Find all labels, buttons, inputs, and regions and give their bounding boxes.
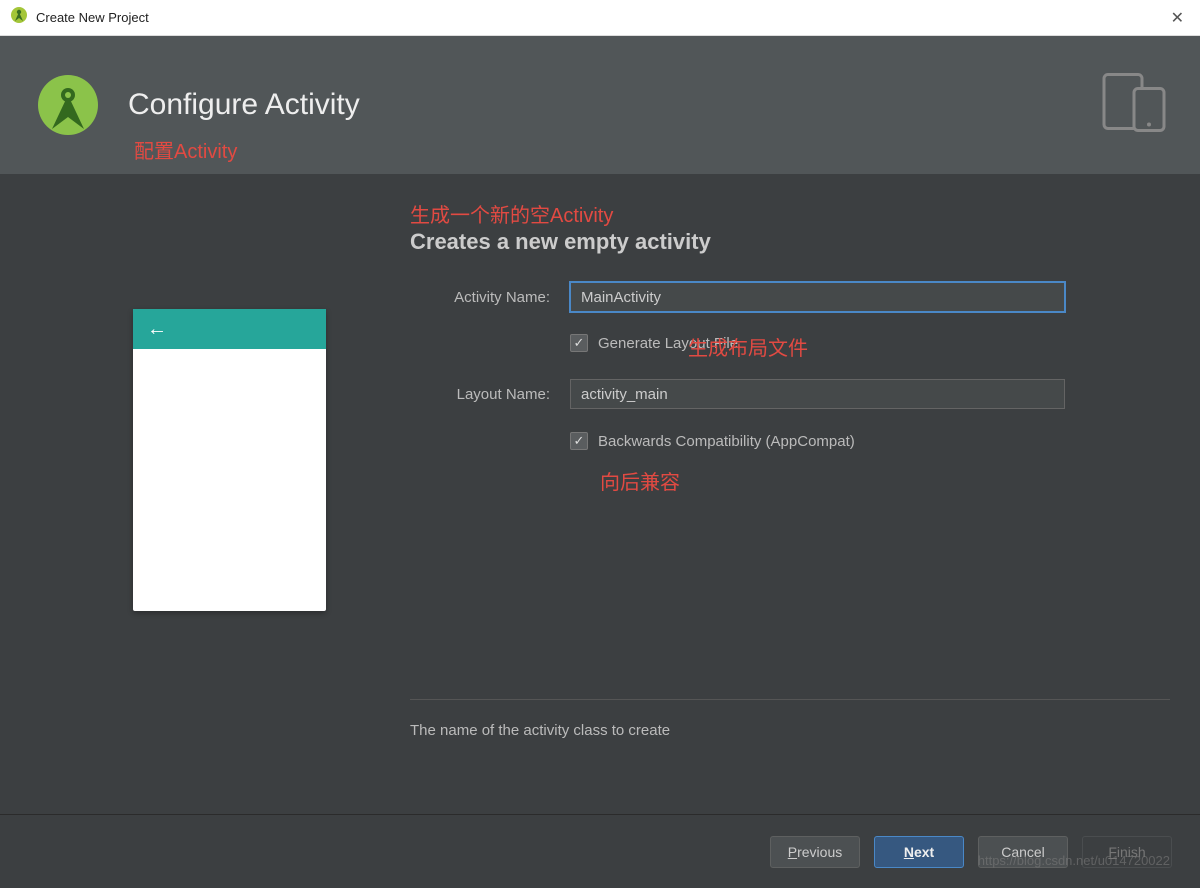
wizard-content: 生成一个新的空Activity Creates a new empty acti… <box>0 174 1200 814</box>
backwards-compat-label: Backwards Compatibility (AppCompat) <box>598 433 855 450</box>
preview-appbar: ← <box>133 309 326 349</box>
wizard-header: Configure Activity 配置Activity <box>0 36 1200 174</box>
android-studio-icon <box>10 6 28 29</box>
window-titlebar: Create New Project ✕ <box>0 0 1200 36</box>
layout-name-input[interactable] <box>570 379 1065 409</box>
watermark: https://blog.csdn.net/u014720022 <box>978 853 1170 868</box>
activity-name-row: Activity Name: <box>410 282 1065 312</box>
window-title: Create New Project <box>36 10 149 25</box>
back-arrow-icon: ← <box>147 318 167 341</box>
activity-name-label: Activity Name: <box>410 289 570 306</box>
previous-label-rest: revious <box>797 844 842 860</box>
annotation-backwards-compat: 向后兼容 <box>600 466 680 495</box>
backwards-compat-row: ✓ Backwards Compatibility (AppCompat) <box>570 432 855 450</box>
android-studio-logo-icon <box>36 73 100 137</box>
page-subtitle-annotation: 配置Activity <box>134 135 237 164</box>
wizard-footer: Previous Next Cancel Finish <box>0 814 1200 888</box>
backwards-compat-checkbox[interactable]: ✓ <box>570 432 588 450</box>
page-title: Configure Activity <box>128 88 360 122</box>
hint-text: The name of the activity class to create <box>410 722 670 739</box>
layout-name-label: Layout Name: <box>410 386 570 403</box>
annotation-generate-empty: 生成一个新的空Activity <box>410 199 613 228</box>
hint-divider <box>410 699 1170 700</box>
generate-layout-checkbox[interactable]: ✓ <box>570 334 588 352</box>
annotation-generate-layout: 生成布局文件 <box>688 332 808 361</box>
activity-preview: ← <box>133 309 326 611</box>
section-title: Creates a new empty activity <box>410 229 711 255</box>
devices-icon <box>1100 71 1170 140</box>
activity-name-input[interactable] <box>570 282 1065 312</box>
close-icon[interactable]: ✕ <box>1165 8 1190 28</box>
next-button[interactable]: Next <box>874 836 964 868</box>
layout-name-row: Layout Name: <box>410 379 1065 409</box>
previous-button[interactable]: Previous <box>770 836 860 868</box>
next-label-rest: ext <box>914 844 934 860</box>
